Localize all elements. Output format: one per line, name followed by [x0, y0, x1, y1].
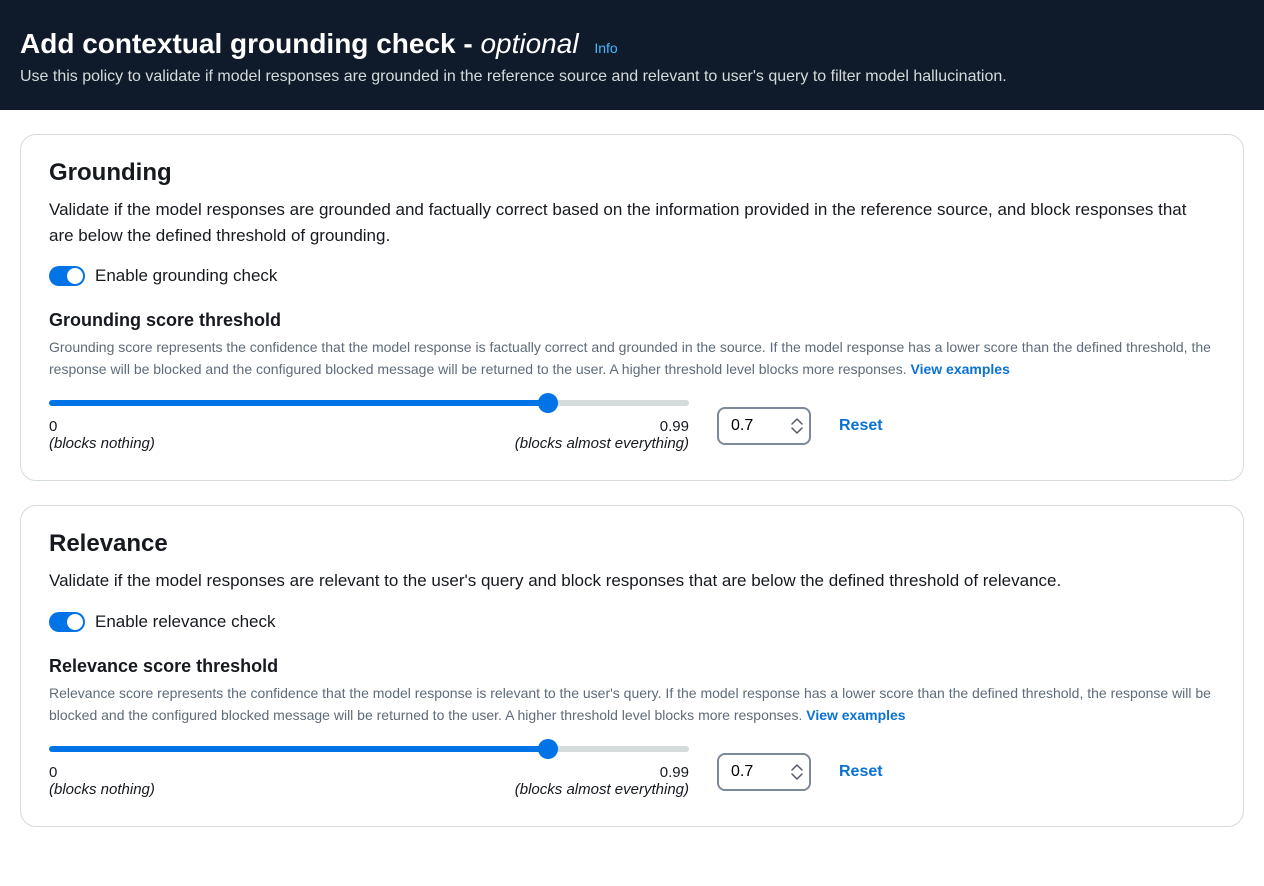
relevance-slider[interactable]: [49, 746, 689, 752]
toggle-knob-icon: [67, 614, 83, 630]
grounding-slider[interactable]: [49, 400, 689, 406]
grounding-desc: Validate if the model responses are grou…: [49, 197, 1215, 248]
slider-min-label: 0: [49, 418, 155, 435]
slider-min-label: 0: [49, 764, 155, 781]
grounding-toggle-label: Enable grounding check: [95, 266, 277, 286]
stepper-up-icon[interactable]: [791, 764, 803, 772]
grounding-value-input-wrap: [717, 407, 811, 445]
relevance-threshold-label: Relevance score threshold: [49, 656, 1215, 677]
grounding-view-examples-link[interactable]: View examples: [911, 361, 1010, 377]
relevance-value-input[interactable]: [731, 763, 779, 781]
grounding-title: Grounding: [49, 159, 1215, 187]
grounding-toggle[interactable]: [49, 266, 85, 286]
stepper-down-icon[interactable]: [791, 772, 803, 780]
relevance-panel: Relevance Validate if the model response…: [20, 505, 1244, 827]
grounding-threshold-label: Grounding score threshold: [49, 310, 1215, 331]
slider-max-label: 0.99: [660, 418, 689, 435]
toggle-knob-icon: [67, 268, 83, 284]
slider-max-hint: (blocks almost everything): [515, 435, 689, 452]
info-link[interactable]: Info: [594, 40, 617, 56]
relevance-reset-button[interactable]: Reset: [839, 763, 883, 781]
page-title-prefix: Add contextual grounding check -: [20, 28, 480, 59]
relevance-slider-thumb[interactable]: [538, 739, 558, 759]
page-subtitle: Use this policy to validate if model res…: [20, 68, 1244, 86]
slider-min-hint: (blocks nothing): [49, 435, 155, 452]
relevance-value-input-wrap: [717, 753, 811, 791]
page-title: Add contextual grounding check - optiona…: [20, 28, 586, 59]
page-header: Add contextual grounding check - optiona…: [0, 0, 1264, 110]
relevance-threshold-desc: Relevance score represents the confidenc…: [49, 683, 1215, 726]
relevance-desc: Validate if the model responses are rele…: [49, 568, 1215, 594]
stepper-down-icon[interactable]: [791, 426, 803, 434]
grounding-panel: Grounding Validate if the model response…: [20, 134, 1244, 481]
grounding-threshold-desc: Grounding score represents the confidenc…: [49, 337, 1215, 380]
slider-fill: [49, 400, 548, 406]
page-title-suffix: optional: [480, 28, 578, 59]
grounding-value-input[interactable]: [731, 417, 779, 435]
slider-fill: [49, 746, 548, 752]
relevance-toggle-label: Enable relevance check: [95, 612, 276, 632]
grounding-reset-button[interactable]: Reset: [839, 417, 883, 435]
relevance-title: Relevance: [49, 530, 1215, 558]
slider-max-hint: (blocks almost everything): [515, 781, 689, 798]
stepper-up-icon[interactable]: [791, 418, 803, 426]
relevance-view-examples-link[interactable]: View examples: [806, 707, 905, 723]
relevance-toggle[interactable]: [49, 612, 85, 632]
slider-min-hint: (blocks nothing): [49, 781, 155, 798]
slider-max-label: 0.99: [660, 764, 689, 781]
grounding-slider-thumb[interactable]: [538, 393, 558, 413]
